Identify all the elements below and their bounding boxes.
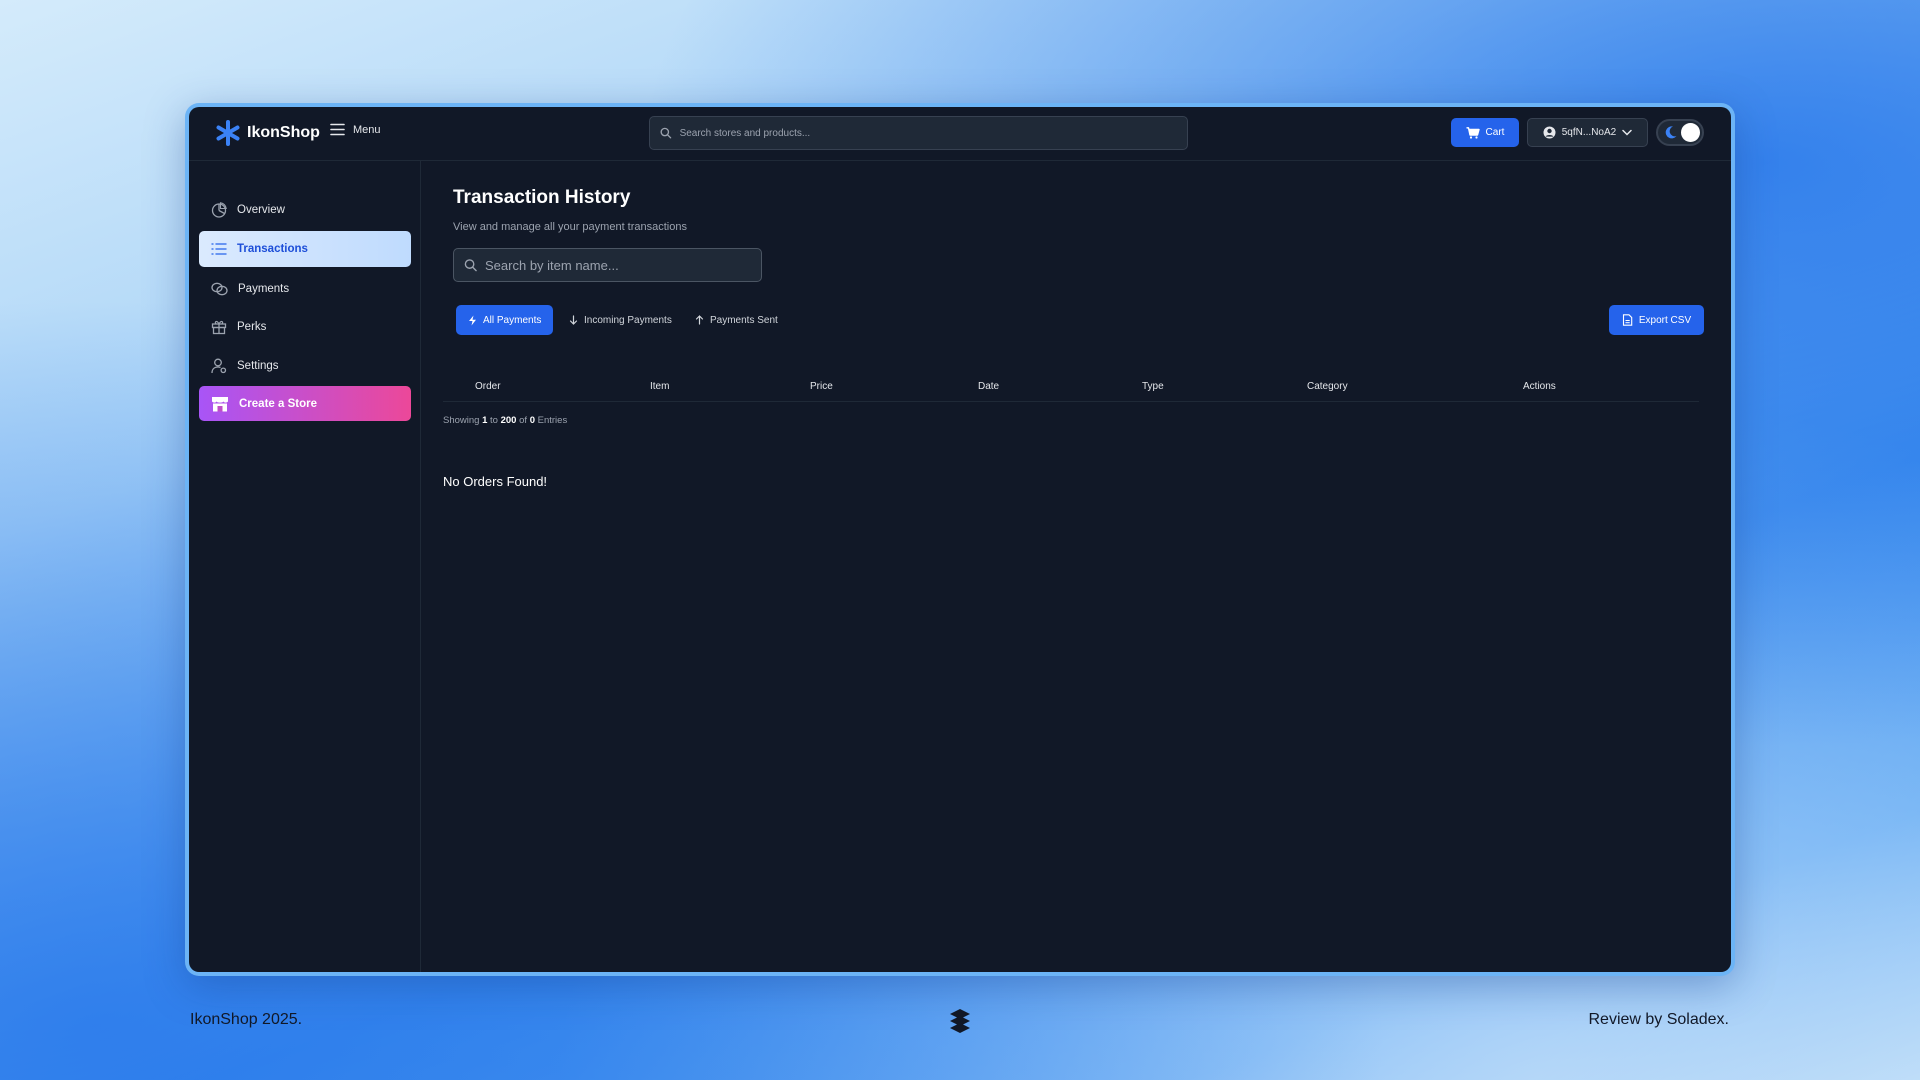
app-frame: IkonShop Menu Search stores and products…: [185, 103, 1735, 976]
column-header-order[interactable]: Order: [475, 381, 501, 392]
gift-icon: [211, 320, 227, 335]
item-search[interactable]: [453, 248, 762, 282]
menu-label: Menu: [353, 123, 381, 136]
showing-from: 1: [482, 415, 488, 426]
bolt-icon: [469, 315, 476, 325]
coins-icon: [211, 282, 228, 296]
sidebar-item-label: Settings: [237, 360, 279, 372]
arrow-down-icon: [569, 315, 578, 325]
tab-incoming-payments[interactable]: Incoming Payments: [569, 305, 672, 335]
app-window: IkonShop Menu Search stores and products…: [189, 107, 1731, 972]
wallet-address: 5qfN...NoA2: [1561, 127, 1617, 138]
tab-payments-sent[interactable]: Payments Sent: [695, 305, 778, 335]
chevron-down-icon: [1622, 129, 1632, 136]
cart-label: Cart: [1485, 127, 1505, 138]
search-icon: [464, 259, 477, 272]
column-header-item[interactable]: Item: [650, 381, 669, 392]
sidebar-item-label: Transactions: [237, 243, 308, 255]
footer-copyright: IkonShop 2025.: [190, 1011, 303, 1028]
asterisk-logo-icon: [216, 120, 240, 146]
store-search-input[interactable]: [679, 127, 1187, 139]
arrow-up-icon: [695, 315, 704, 325]
showing-total: 0: [529, 415, 535, 426]
tab-label: Incoming Payments: [584, 314, 672, 326]
file-export-icon: [1622, 314, 1633, 326]
storefront-icon: [212, 396, 228, 411]
main-content: Transaction History View and manage all …: [421, 161, 1731, 972]
sidebar: Overview Transactions Payments Perks Set…: [189, 161, 421, 972]
moon-icon: [1665, 126, 1677, 139]
brand-name: IkonShop: [247, 124, 320, 141]
column-header-actions[interactable]: Actions: [1523, 381, 1556, 392]
top-bar: IkonShop Menu Search stores and products…: [189, 107, 1731, 161]
cart-button[interactable]: Cart: [1451, 118, 1519, 147]
sidebar-item-payments[interactable]: Payments: [199, 271, 411, 307]
user-gear-icon: [211, 358, 227, 374]
list-icon: [211, 243, 227, 255]
column-header-category[interactable]: Category: [1307, 381, 1348, 392]
footer-credit: Review by Soladex.: [1588, 1011, 1729, 1028]
tab-label: Payments Sent: [710, 314, 778, 326]
sidebar-item-settings[interactable]: Settings: [199, 348, 411, 384]
tab-label: All Payments: [483, 314, 542, 326]
sidebar-item-transactions[interactable]: Transactions: [199, 231, 411, 267]
sidebar-item-label: Overview: [237, 204, 285, 216]
showing-prefix: Showing: [443, 415, 480, 426]
create-store-button[interactable]: Create a Store: [199, 386, 411, 421]
store-search[interactable]: [649, 116, 1188, 150]
showing-of-word: of: [519, 415, 528, 426]
toggle-knob: [1681, 123, 1700, 142]
pie-chart-icon: [211, 202, 227, 218]
column-header-price[interactable]: Price: [810, 381, 833, 392]
sidebar-item-perks[interactable]: Perks: [199, 309, 411, 345]
logo[interactable]: IkonShop: [215, 120, 320, 146]
table-header: Order Item Price Date Type Category Acti…: [443, 372, 1699, 402]
showing-to-word: to: [490, 415, 498, 426]
search-icon: [660, 127, 672, 139]
menu-button[interactable]: Menu: [330, 123, 381, 136]
column-header-date[interactable]: Date: [978, 381, 999, 392]
sidebar-item-label: Perks: [237, 321, 267, 333]
page-subtitle: View and manage all your payment transac…: [453, 221, 687, 233]
showing-to: 200: [500, 415, 517, 426]
theme-toggle[interactable]: [1656, 119, 1704, 146]
cart-icon: [1466, 126, 1480, 139]
entries-summary: Showing 1 to 200 of 0 Entries: [443, 415, 567, 426]
page-title: Transaction History: [453, 187, 631, 208]
sidebar-item-label: Payments: [238, 283, 290, 295]
wallet-dropdown[interactable]: 5qfN...NoA2: [1527, 118, 1648, 147]
user-circle-icon: [1543, 126, 1556, 139]
hamburger-icon: [330, 123, 345, 136]
column-header-type[interactable]: Type: [1142, 381, 1164, 392]
showing-suffix: Entries: [537, 415, 568, 426]
export-csv-label: Export CSV: [1638, 314, 1692, 326]
sidebar-item-overview[interactable]: Overview: [199, 192, 411, 228]
empty-state-message: No Orders Found!: [443, 474, 548, 489]
export-csv-button[interactable]: Export CSV: [1609, 305, 1704, 335]
create-store-label: Create a Store: [239, 397, 317, 410]
soladex-logo-icon: [950, 1009, 970, 1033]
item-search-input[interactable]: [485, 257, 761, 273]
tab-all-payments[interactable]: All Payments: [456, 305, 554, 335]
